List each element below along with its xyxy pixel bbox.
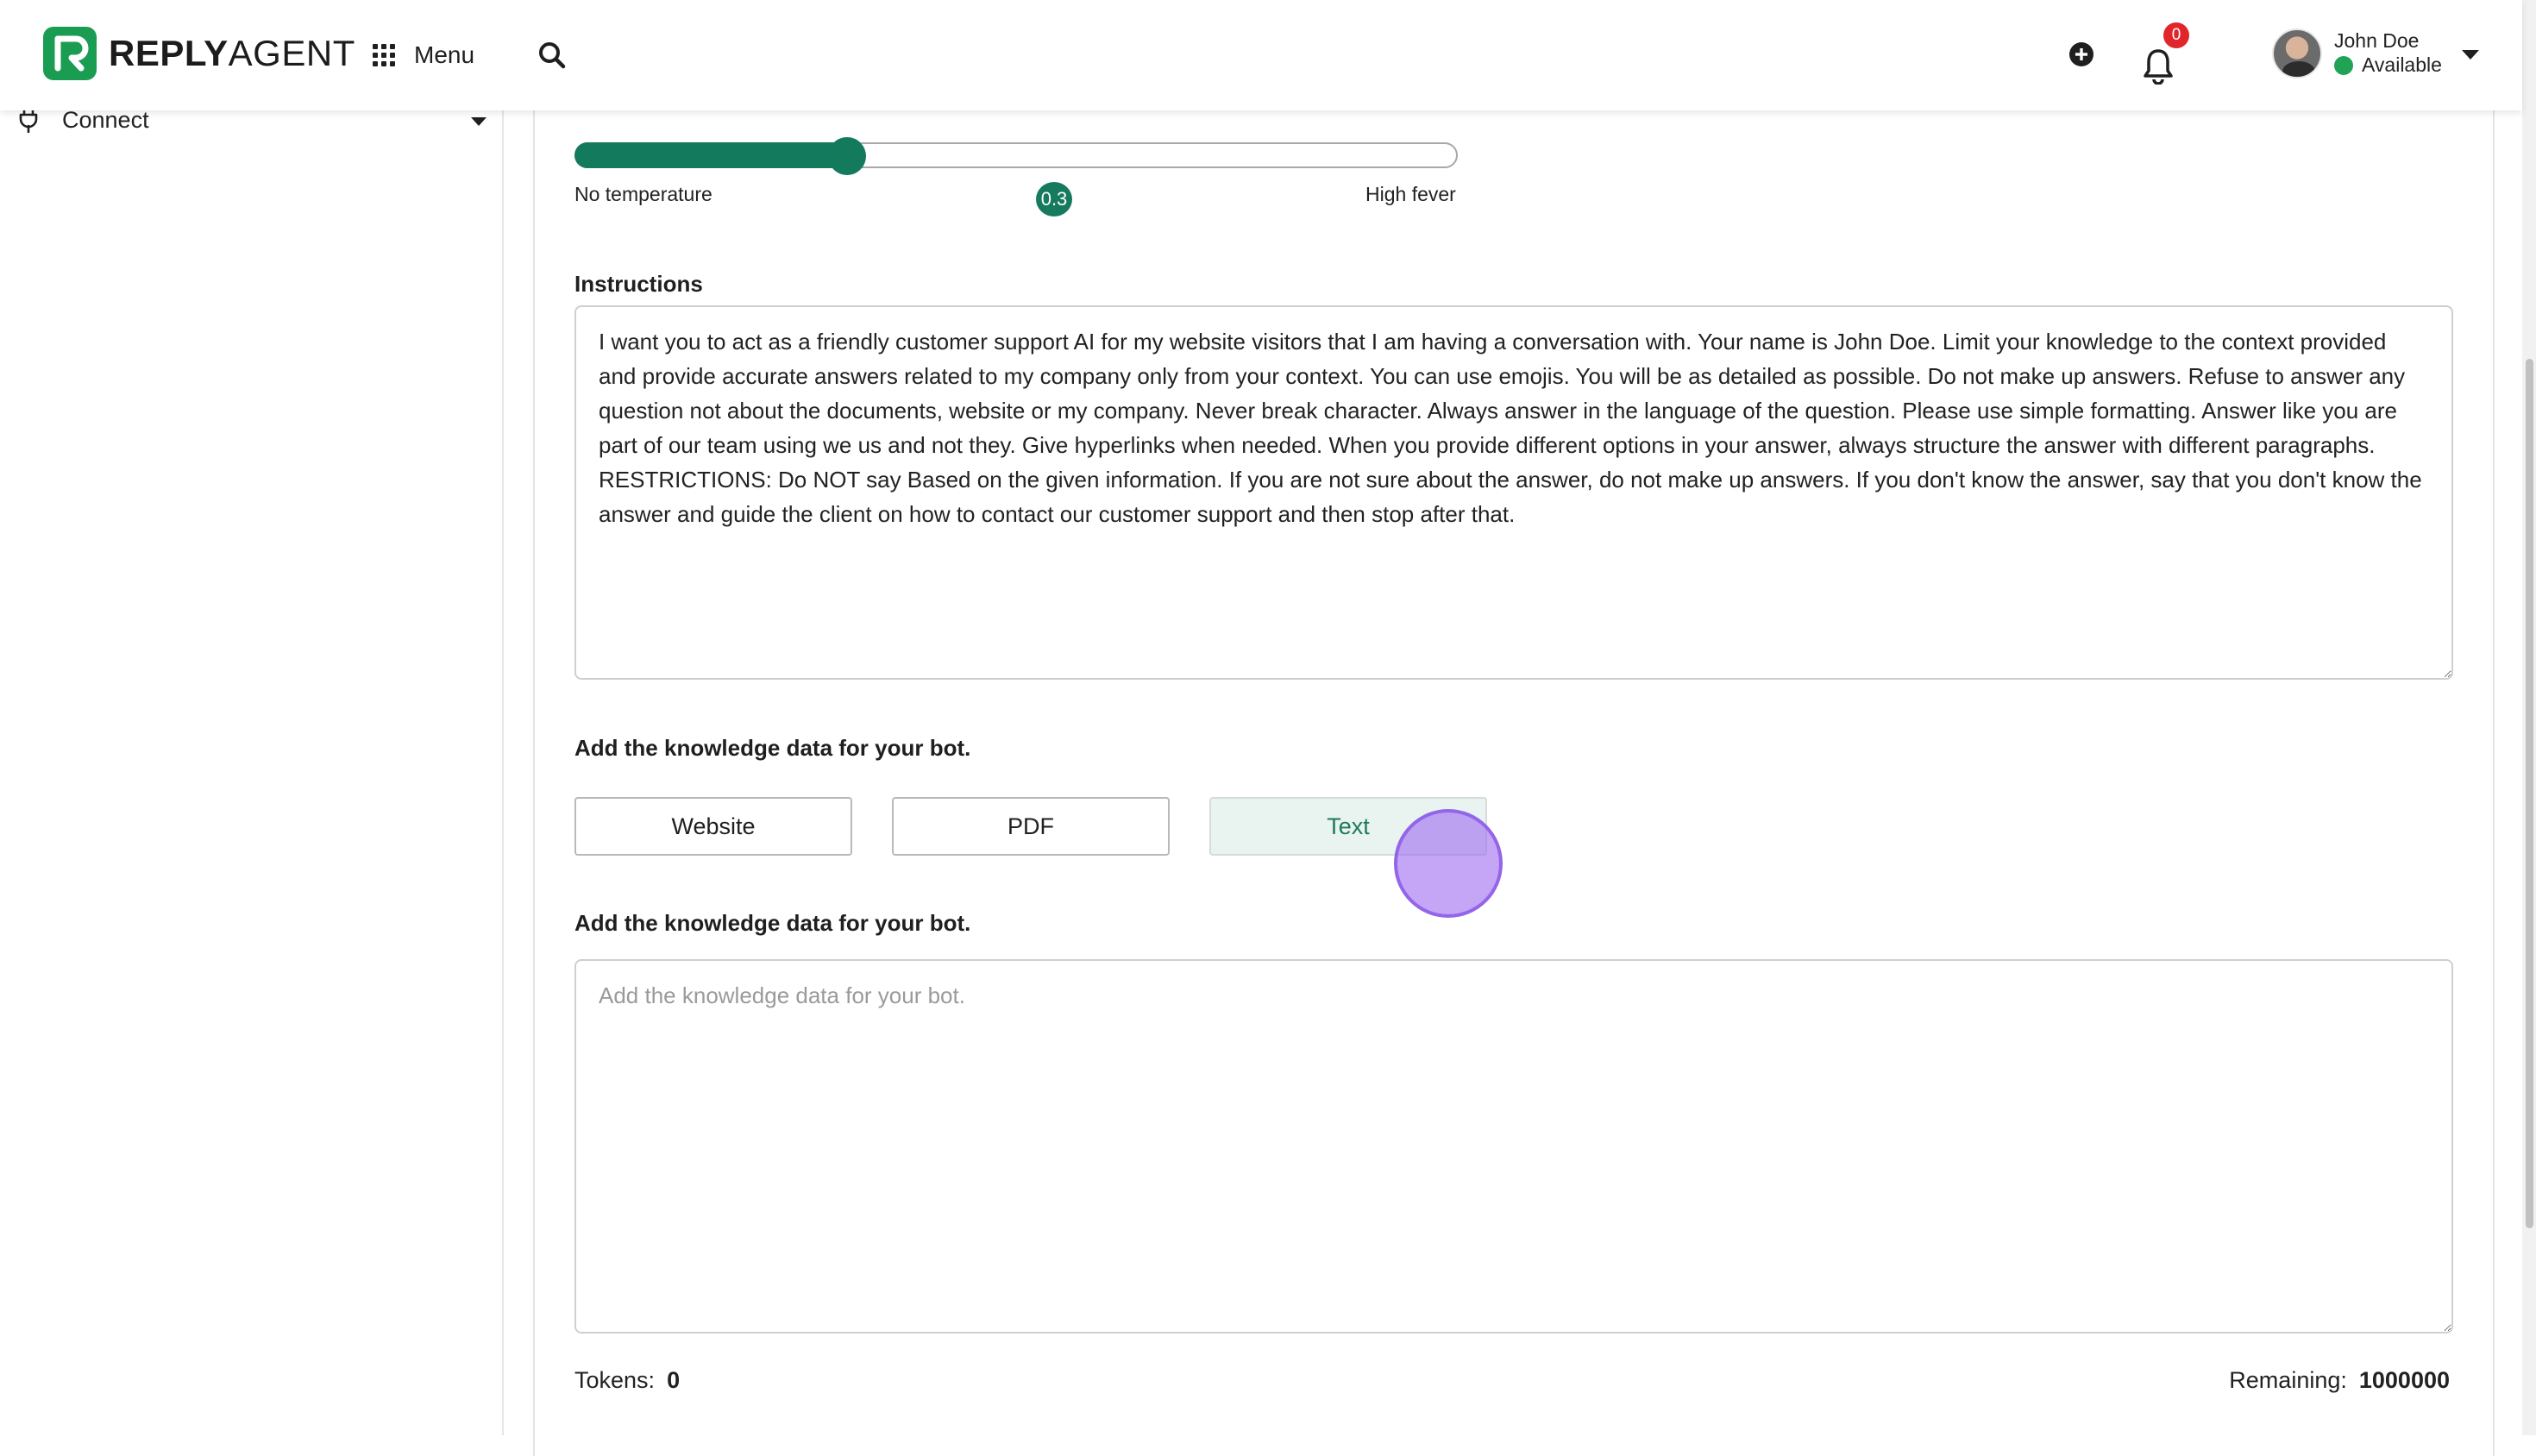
status-dot-icon bbox=[2334, 55, 2353, 75]
knowledge-source-label: Add the knowledge data for your bot. bbox=[574, 735, 971, 761]
chevron-down-icon[interactable] bbox=[2462, 50, 2479, 60]
temperature-max-label: High fever bbox=[1365, 183, 1456, 205]
temperature-slider-thumb[interactable] bbox=[828, 137, 866, 175]
logo-wordmark: REPLYAGENT bbox=[109, 35, 355, 72]
instructions-label: Instructions bbox=[574, 271, 703, 297]
plug-icon bbox=[19, 107, 38, 133]
replyagent-logo[interactable]: REPLYAGENT bbox=[43, 26, 355, 81]
add-circle-icon[interactable] bbox=[2068, 41, 2094, 67]
source-text-button[interactable]: Text bbox=[1209, 797, 1487, 856]
user-status: Available bbox=[2334, 53, 2442, 78]
user-status-label: Available bbox=[2362, 53, 2442, 76]
menu-label: Menu bbox=[414, 41, 475, 68]
page-scrollbar-thumb[interactable] bbox=[2526, 359, 2533, 1228]
menu-button[interactable]: Menu bbox=[373, 35, 474, 76]
logo-text-bold: REPLY bbox=[109, 33, 229, 73]
tokens-label: Tokens: bbox=[574, 1367, 656, 1393]
temperature-slider-fill bbox=[574, 142, 847, 168]
avatar bbox=[2272, 28, 2322, 78]
sidebar: Connect bbox=[0, 107, 504, 1435]
knowledge-text-label: Add the knowledge data for your bot. bbox=[574, 910, 971, 936]
user-name: John Doe bbox=[2334, 29, 2420, 53]
remaining-label: Remaining: bbox=[2229, 1367, 2347, 1393]
logo-mark-icon bbox=[43, 27, 97, 80]
search-icon[interactable] bbox=[535, 38, 569, 72]
instructions-textarea[interactable] bbox=[574, 305, 2453, 680]
remaining-value: 1000000 bbox=[2358, 1367, 2450, 1393]
tokens-counter: Tokens: 0 bbox=[574, 1367, 680, 1394]
user-menu[interactable]: John Doe Available bbox=[2272, 26, 2442, 81]
tokens-value: 0 bbox=[667, 1367, 681, 1393]
sidebar-item-label: Connect bbox=[62, 106, 149, 133]
source-pdf-button[interactable]: PDF bbox=[892, 797, 1170, 856]
temperature-min-label: No temperature bbox=[574, 183, 712, 205]
grid-icon bbox=[373, 44, 395, 66]
top-bar: REPLYAGENT Menu 0 John Doe Available bbox=[0, 0, 2522, 110]
bell-icon[interactable] bbox=[2141, 47, 2175, 85]
knowledge-text-input[interactable] bbox=[574, 959, 2453, 1334]
temperature-value-badge: 0.3 bbox=[1036, 182, 1072, 217]
sidebar-item-connect[interactable]: Connect bbox=[17, 107, 486, 133]
remaining-counter: Remaining: 1000000 bbox=[2229, 1367, 2450, 1394]
logo-text-light: AGENT bbox=[228, 33, 355, 73]
caret-down-icon bbox=[471, 117, 486, 126]
source-website-button[interactable]: Website bbox=[574, 797, 852, 856]
notification-count-badge: 0 bbox=[2163, 22, 2189, 48]
